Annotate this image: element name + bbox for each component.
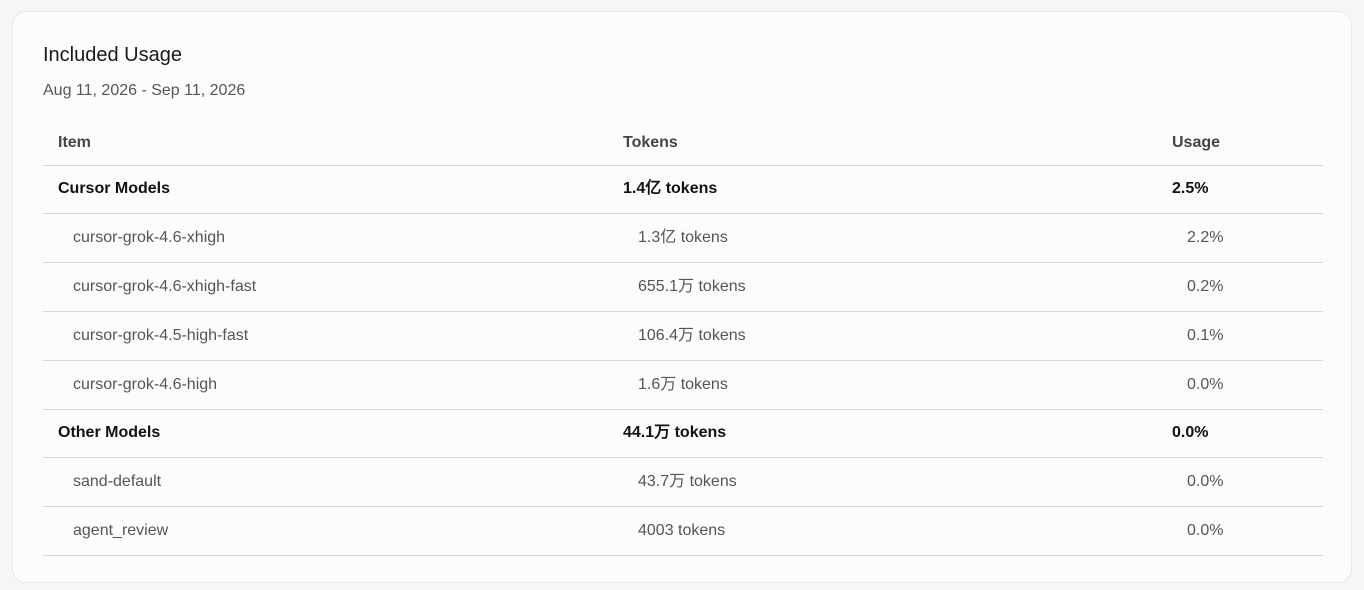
model-usage: 0.1%	[1187, 327, 1224, 344]
model-tokens: 43.7万 tokens	[638, 473, 737, 490]
table-row: sand-default 43.7万 tokens 0.0%	[43, 458, 1323, 507]
model-name: cursor-grok-4.6-xhigh-fast	[73, 278, 257, 295]
model-usage: 0.0%	[1187, 522, 1224, 539]
group-name: Other Models	[58, 424, 161, 441]
billing-period: Aug 11, 2026 - Sep 11, 2026	[43, 82, 246, 99]
table-row: cursor-grok-4.5-high-fast 106.4万 tokens …	[43, 312, 1323, 361]
table-row: cursor-grok-4.6-high 1.6万 tokens 0.0%	[43, 361, 1323, 410]
model-usage: 0.0%	[1187, 376, 1224, 393]
model-name: sand-default	[73, 473, 162, 490]
included-usage-card: Included Usage Aug 11, 2026 - Sep 11, 20…	[12, 11, 1352, 583]
column-header-usage: Usage	[1172, 134, 1221, 151]
model-usage: 0.2%	[1187, 278, 1224, 295]
group-row-cursor-models: Cursor Models 1.4亿 tokens 2.5%	[43, 166, 1323, 214]
model-tokens: 1.6万 tokens	[638, 376, 728, 393]
usage-table: Item Tokens Usage Cursor Models 1.4亿 tok…	[43, 118, 1323, 556]
group-name: Cursor Models	[58, 180, 171, 197]
table-row: cursor-grok-4.6-xhigh-fast 655.1万 tokens…	[43, 263, 1323, 312]
table-row: agent_review 4003 tokens 0.0%	[43, 507, 1323, 556]
model-tokens: 1.3亿 tokens	[638, 229, 728, 246]
column-header-item: Item	[58, 134, 91, 151]
model-tokens: 655.1万 tokens	[638, 278, 746, 295]
model-usage: 2.2%	[1187, 229, 1224, 246]
group-tokens: 44.1万 tokens	[623, 424, 727, 441]
model-tokens: 4003 tokens	[638, 522, 726, 539]
table-header-row: Item Tokens Usage	[43, 118, 1323, 166]
group-usage: 2.5%	[1172, 180, 1209, 197]
model-name: cursor-grok-4.6-high	[73, 376, 218, 393]
model-usage: 0.0%	[1187, 473, 1224, 490]
group-tokens: 1.4亿 tokens	[623, 180, 718, 197]
table-row: cursor-grok-4.6-xhigh 1.3亿 tokens 2.2%	[43, 214, 1323, 263]
group-row-other-models: Other Models 44.1万 tokens 0.0%	[43, 410, 1323, 458]
model-name: cursor-grok-4.5-high-fast	[73, 327, 249, 344]
model-name: cursor-grok-4.6-xhigh	[73, 229, 226, 246]
group-usage: 0.0%	[1172, 424, 1209, 441]
column-header-tokens: Tokens	[623, 134, 678, 151]
card-title: Included Usage	[43, 44, 182, 66]
model-tokens: 106.4万 tokens	[638, 327, 746, 344]
model-name: agent_review	[73, 522, 169, 539]
